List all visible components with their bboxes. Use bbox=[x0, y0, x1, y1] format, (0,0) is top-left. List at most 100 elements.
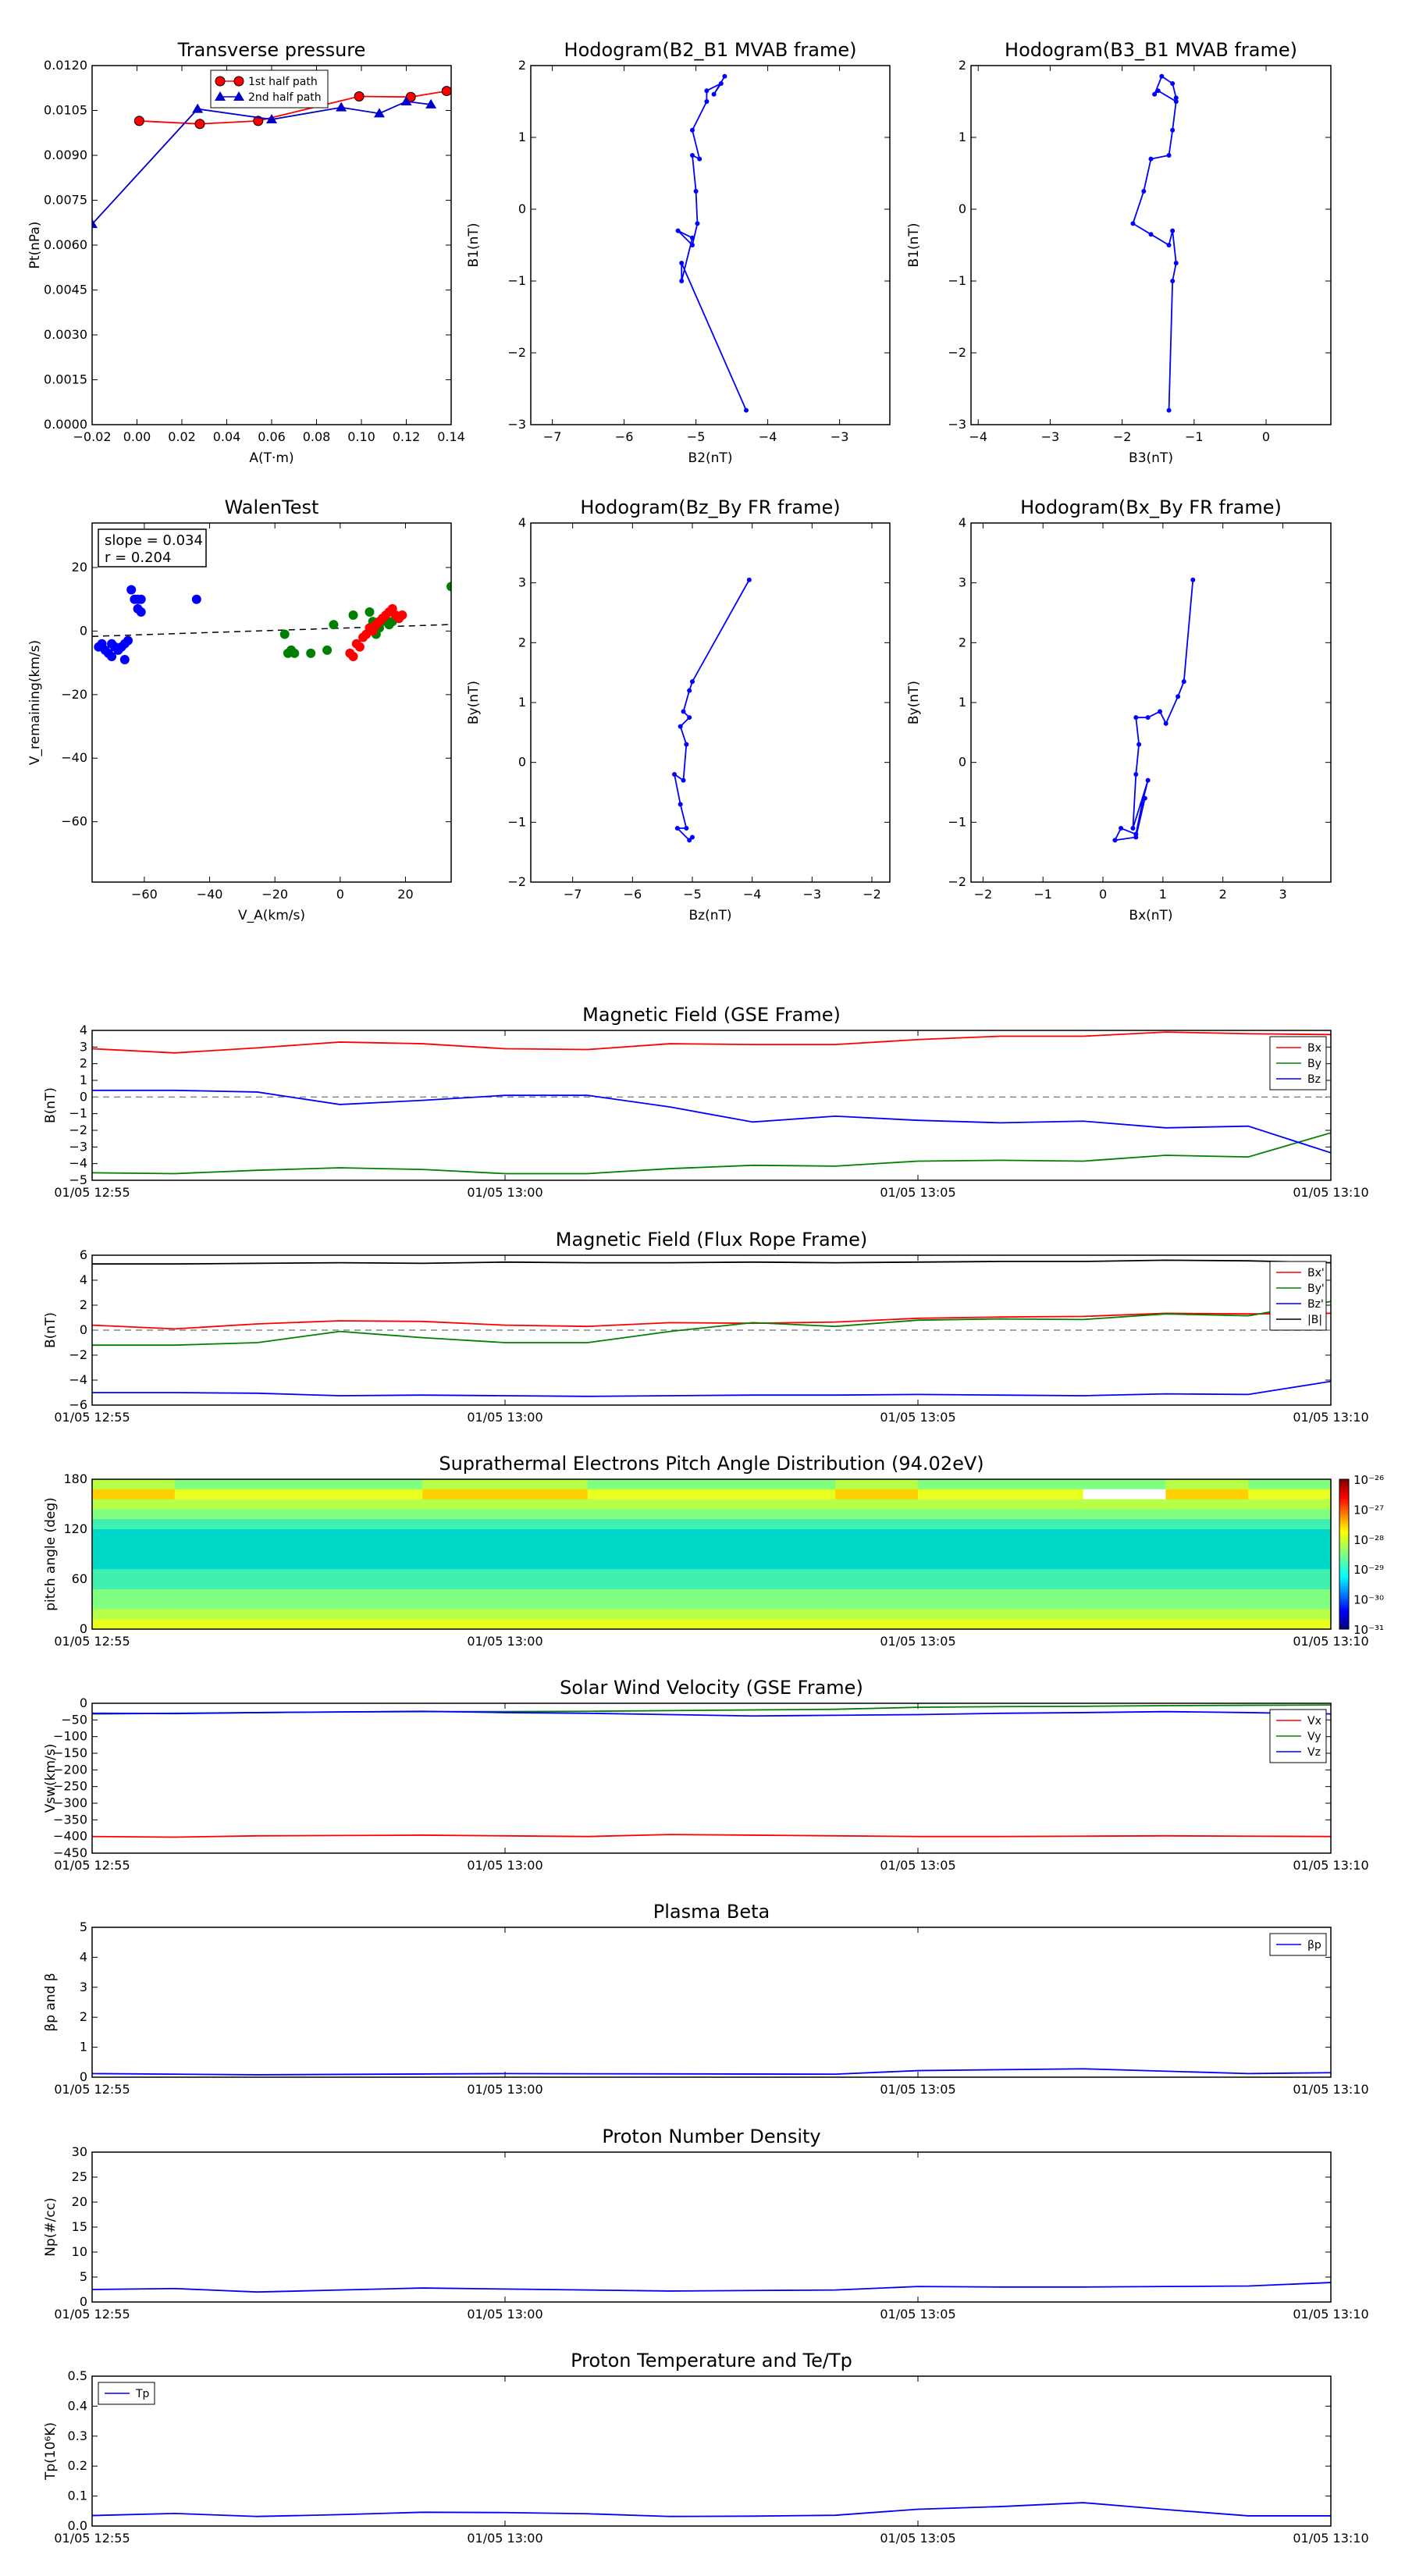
heatmap-cell bbox=[918, 1589, 1001, 1600]
heatmap-cell bbox=[340, 1519, 423, 1530]
data-point bbox=[1130, 221, 1136, 226]
x-tick-label: 0.08 bbox=[303, 429, 331, 444]
heatmap-cell bbox=[340, 1479, 423, 1490]
heatmap-cell bbox=[587, 1609, 671, 1620]
plot-area bbox=[92, 1259, 1331, 1397]
data-point bbox=[1130, 826, 1136, 831]
legend-label: |B| bbox=[1307, 1314, 1322, 1326]
y-tick-label: 0.0015 bbox=[44, 372, 87, 387]
data-point bbox=[690, 127, 695, 133]
heatmap-cell bbox=[752, 1529, 836, 1540]
legend-marker bbox=[233, 76, 244, 87]
y-tick-label: −3 bbox=[69, 1139, 87, 1154]
x-axis-label: V_A(km/s) bbox=[238, 908, 305, 923]
plot-area bbox=[92, 2502, 1331, 2517]
y-tick-label: 0.0075 bbox=[44, 193, 87, 208]
plot-frame bbox=[91, 1703, 1332, 1854]
heatmap-cell bbox=[587, 1519, 671, 1530]
data-point bbox=[690, 679, 695, 685]
heatmap-cell bbox=[505, 1609, 589, 1620]
heatmap-cell bbox=[835, 1579, 919, 1590]
y-tick-label: −1 bbox=[507, 273, 526, 288]
chart-title: Hodogram(Bz_By FR frame) bbox=[580, 496, 840, 518]
heatmap-cell bbox=[505, 1599, 589, 1610]
heatmap-cell bbox=[1248, 1619, 1331, 1629]
heatmap-cell bbox=[918, 1499, 1001, 1510]
data-point bbox=[354, 91, 365, 101]
legend-label: βp bbox=[1307, 1939, 1321, 1952]
heatmap-cell bbox=[670, 1519, 753, 1530]
heatmap-cell bbox=[422, 1509, 506, 1520]
y-tick-label: 0.3 bbox=[68, 2428, 87, 2443]
heatmap-cell bbox=[835, 1489, 919, 1500]
y-tick-label: −2 bbox=[948, 874, 966, 889]
x-tick-label: 01/05 13:10 bbox=[1293, 2082, 1368, 2097]
legend-label: Bz bbox=[1307, 1073, 1321, 1086]
y-tick-label: 1 bbox=[80, 1073, 87, 1087]
data-point bbox=[675, 228, 681, 233]
y-tick-label: 3 bbox=[80, 1980, 87, 1994]
heatmap-cell bbox=[587, 1489, 671, 1500]
data-point bbox=[1141, 189, 1147, 194]
x-tick-label: −2 bbox=[863, 887, 881, 902]
heatmap-cell bbox=[918, 1609, 1001, 1620]
heatmap-cell bbox=[1083, 1519, 1166, 1530]
x-tick-label: 0 bbox=[336, 887, 344, 902]
data-point bbox=[348, 610, 358, 621]
heatmap-cell bbox=[340, 1589, 423, 1600]
y-tick-label: −20 bbox=[61, 687, 87, 702]
heatmap-cell bbox=[670, 1619, 753, 1629]
heatmap-cell bbox=[587, 1499, 671, 1510]
y-tick-label: −1 bbox=[69, 1106, 87, 1121]
legend-label: 1st half path bbox=[248, 76, 318, 88]
x-axis-label: Bz(nT) bbox=[688, 908, 731, 923]
heatmap-cell bbox=[340, 1509, 423, 1520]
y-tick-label: −2 bbox=[507, 874, 526, 889]
heatmap-cell bbox=[587, 1509, 671, 1520]
heatmap-cell bbox=[918, 1569, 1001, 1580]
chart-hodo_bz_by: Hodogram(Bz_By FR frame) −2 −1 0 1 2 3 4 −7 −6 −5 −… bbox=[466, 496, 891, 923]
plot-frame bbox=[91, 1927, 1332, 2078]
x-tick-label: 01/05 13:10 bbox=[1293, 1185, 1368, 1200]
heatmap-cell bbox=[752, 1509, 836, 1520]
heatmap-cell bbox=[835, 1589, 919, 1600]
legend-marker bbox=[215, 76, 226, 87]
heatmap-cell bbox=[835, 1599, 919, 1610]
data-point bbox=[397, 610, 407, 621]
heatmap-cell bbox=[670, 1479, 753, 1490]
data-point bbox=[704, 99, 710, 104]
x-tick-label: −60 bbox=[131, 887, 158, 902]
data-point bbox=[1163, 720, 1168, 726]
legend-label: By' bbox=[1307, 1283, 1325, 1295]
heatmap-cell bbox=[257, 1489, 340, 1500]
series-line bbox=[673, 579, 750, 841]
heatmap-cell bbox=[918, 1619, 1001, 1629]
heatmap-cell bbox=[505, 1619, 589, 1629]
colorbar-tick-label: 10⁻²⁷ bbox=[1353, 1503, 1384, 1517]
x-tick-label: −4 bbox=[759, 429, 777, 444]
heatmap-cell bbox=[1083, 1599, 1166, 1610]
heatmap-cell bbox=[1248, 1559, 1331, 1570]
heatmap-cell bbox=[340, 1499, 423, 1510]
heatmap-cell bbox=[1083, 1609, 1166, 1620]
data-point bbox=[1155, 88, 1161, 94]
chart-mag_gse: Magnetic Field (GSE Frame)−5−4−3−2−10123… bbox=[43, 1004, 1369, 1200]
heatmap-cell bbox=[92, 1609, 176, 1620]
x-tick-label: 01/05 12:55 bbox=[54, 2531, 130, 2546]
chart-hodo_bx_by: Hodogram(Bx_By FR frame) −2 −1 0 1 2 3 4 −2 −1 0 1 2… bbox=[906, 496, 1332, 923]
data-point bbox=[1159, 73, 1165, 79]
plot-frame bbox=[970, 65, 1332, 425]
heatmap-cell bbox=[505, 1509, 589, 1520]
heatmap-cell bbox=[1248, 1499, 1331, 1510]
heatmap-cell bbox=[92, 1579, 176, 1590]
data-point bbox=[690, 153, 695, 158]
x-tick-label: 01/05 13:05 bbox=[880, 2082, 955, 2097]
y-tick-label: 1 bbox=[959, 695, 966, 710]
x-tick-label: 01/05 13:00 bbox=[467, 2531, 542, 2546]
heatmap-cell bbox=[422, 1609, 506, 1620]
heatmap-cell bbox=[174, 1479, 258, 1490]
y-tick-label: 20 bbox=[72, 560, 87, 575]
y-tick-label: −2 bbox=[948, 345, 966, 360]
data-point bbox=[336, 101, 347, 112]
chart-title: Proton Temperature and Te/Tp bbox=[571, 2350, 852, 2371]
